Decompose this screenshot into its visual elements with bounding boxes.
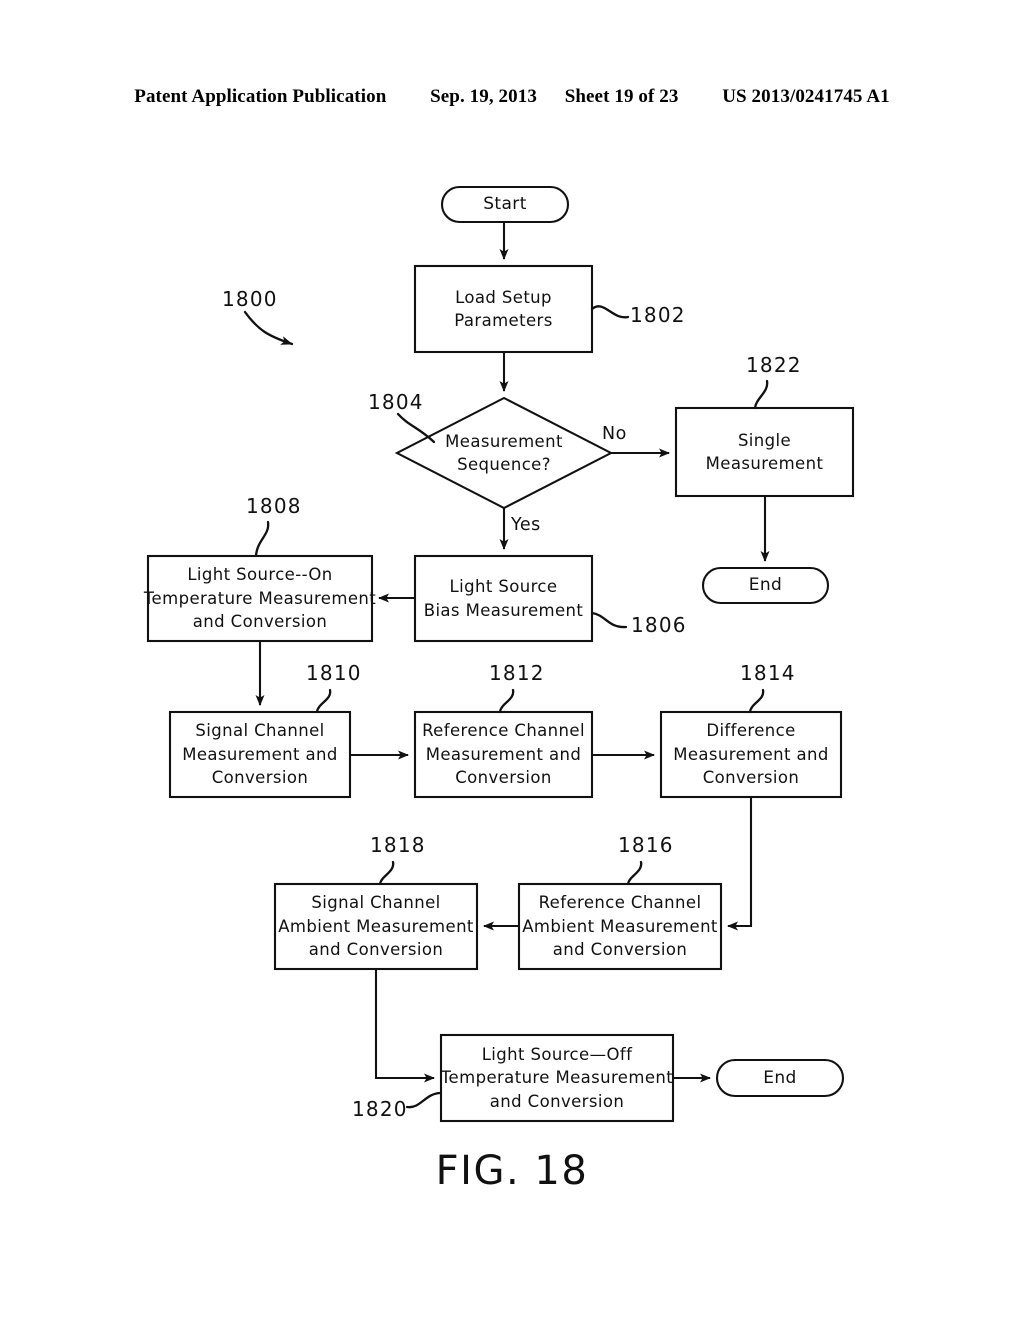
leader-1810 xyxy=(315,688,332,714)
shape-light-source-bias-measurement xyxy=(413,554,594,643)
leader-1806 xyxy=(590,611,628,629)
ref-numeral-1810: 1810 xyxy=(306,661,362,685)
leader-1804 xyxy=(396,412,436,444)
shape-reference-channel-measurement xyxy=(413,710,594,799)
ref-numeral-1802: 1802 xyxy=(630,303,686,327)
ref-numeral-1818: 1818 xyxy=(370,833,426,857)
branch-label-no: No xyxy=(602,424,627,444)
leader-1814 xyxy=(748,688,765,714)
figure-caption: FIG. 18 xyxy=(435,1148,589,1194)
ref-numeral-1820: 1820 xyxy=(352,1097,408,1121)
shape-end-sequence xyxy=(715,1058,845,1098)
connector-difference-to-reference-ambient xyxy=(727,797,753,931)
shape-end-single xyxy=(701,566,830,605)
ref-numeral-1812: 1812 xyxy=(489,661,545,685)
shape-measurement-sequence-decision xyxy=(394,396,614,510)
ref-numeral-1822: 1822 xyxy=(746,353,802,377)
leader-1812 xyxy=(498,688,515,714)
leader-1818 xyxy=(378,860,395,886)
leader-1816 xyxy=(626,860,643,886)
shape-start xyxy=(440,185,570,224)
shape-signal-channel-ambient xyxy=(273,882,479,971)
leader-1822 xyxy=(753,379,769,410)
leader-1808 xyxy=(254,520,270,558)
shape-light-source-off-temperature xyxy=(439,1033,675,1123)
connector-signal-ambient-to-light-source-off xyxy=(374,969,435,1083)
patent-figure-page: Patent Application Publication Sep. 19, … xyxy=(0,0,1024,1320)
ref-numeral-1808: 1808 xyxy=(246,494,302,518)
ref-numeral-1800: 1800 xyxy=(222,287,278,311)
shape-single-measurement xyxy=(674,406,855,498)
flowchart-drawing xyxy=(146,185,855,1123)
leader-1800 xyxy=(243,310,294,346)
branch-label-yes: Yes xyxy=(511,515,541,535)
shape-signal-channel-measurement xyxy=(168,710,352,799)
shape-reference-channel-ambient xyxy=(517,882,723,971)
ref-numeral-1804: 1804 xyxy=(368,390,424,414)
ref-numeral-1816: 1816 xyxy=(618,833,674,857)
leader-1802 xyxy=(590,305,630,319)
shape-load-setup-parameters xyxy=(413,264,594,354)
ref-numeral-1806: 1806 xyxy=(631,613,687,637)
leader-1820 xyxy=(405,1091,443,1109)
shape-light-source-on-temperature xyxy=(146,554,374,643)
shape-difference-measurement xyxy=(659,710,843,799)
ref-numeral-1814: 1814 xyxy=(740,661,796,685)
